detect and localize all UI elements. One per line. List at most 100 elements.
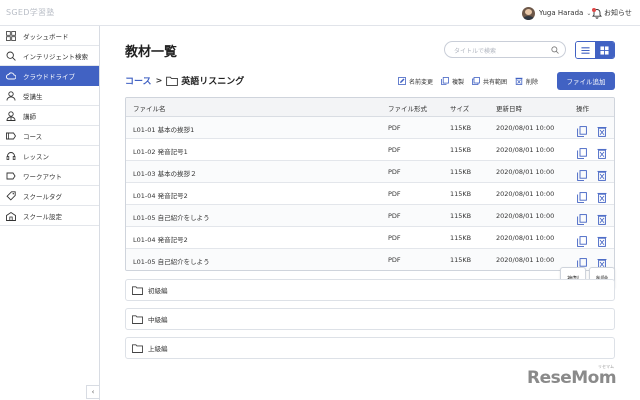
table-row[interactable]: L01-05 自己紹介をしよう PDF 115KB 2020/08/01 10:00 <box>126 249 614 270</box>
table-row[interactable]: L01-03 基本の挨拶２ PDF 115KB 2020/08/01 10:00 <box>126 161 614 183</box>
sidebar-item-label: インテリジェント検索 <box>23 52 88 61</box>
table-row[interactable]: L01-01 基本の挨拶1 PDF 115KB 2020/08/01 10:00 <box>126 117 614 139</box>
add-file-button[interactable]: ファイル追加 <box>557 72 615 90</box>
column-header-size[interactable]: サイズ <box>450 103 469 113</box>
sidebar-item-label: クラウドドライブ <box>23 72 75 81</box>
table-row[interactable]: L01-04 発音記号2 PDF 115KB 2020/08/01 10:00 <box>126 227 614 249</box>
tag-icon <box>6 190 16 201</box>
sidebar-item-school-tags[interactable]: スクールタグ <box>0 186 99 206</box>
file-format-cell: PDF <box>388 256 401 264</box>
list-icon <box>581 46 590 54</box>
column-header-updated[interactable]: 更新日時 <box>496 103 522 113</box>
table-row[interactable]: L01-02 発音記号1 PDF 115KB 2020/08/01 10:00 <box>126 139 614 161</box>
file-format-cell: PDF <box>388 234 401 242</box>
copy-icon[interactable] <box>577 232 587 247</box>
sidebar-item-label: 講師 <box>23 112 36 121</box>
trash-icon <box>515 77 523 85</box>
user-menu[interactable]: Yuga Harada ⌄ <box>522 5 591 21</box>
file-name-cell: L01-05 自己紹介をしよう <box>133 258 210 266</box>
file-table: ファイル名 ファイル形式 サイズ 更新日時 操作 L01-01 基本の挨拶1 PD… <box>125 97 615 271</box>
search-icon <box>6 51 16 61</box>
copy-icon[interactable] <box>577 144 587 159</box>
sidebar-item-label: ワークアウト <box>23 172 62 181</box>
brand-logo[interactable]: SGED学習塾 <box>6 7 55 18</box>
updated-at-cell: 2020/08/01 10:00 <box>496 190 555 198</box>
file-format-cell: PDF <box>388 190 401 198</box>
file-name-cell: L01-04 発音記号2 <box>133 192 188 200</box>
folder-icon <box>132 343 143 353</box>
folder-icon <box>166 76 179 86</box>
folder-icon <box>132 285 143 295</box>
folder-row[interactable]: 初級編 <box>125 279 615 301</box>
copy-icon[interactable] <box>577 166 587 181</box>
sidebar-item-courses[interactable]: コース <box>0 126 99 146</box>
trash-icon[interactable] <box>597 254 607 269</box>
rename-button[interactable]: 名前変更 <box>398 77 433 86</box>
trash-icon[interactable] <box>597 188 607 203</box>
column-header-name[interactable]: ファイル名 <box>133 103 166 113</box>
sidebar-item-intelligent-search[interactable]: インテリジェント検索 <box>0 46 99 66</box>
file-size-cell: 115KB <box>450 168 472 176</box>
copy-icon[interactable] <box>577 188 587 203</box>
updated-at-cell: 2020/08/01 10:00 <box>496 234 555 242</box>
copy-icon[interactable] <box>577 210 587 225</box>
dashboard-icon <box>6 30 16 41</box>
folder-icon <box>132 314 143 324</box>
file-format-cell: PDF <box>388 168 401 176</box>
updated-at-cell: 2020/08/01 10:00 <box>496 168 555 176</box>
trash-icon[interactable] <box>597 210 607 225</box>
search-input[interactable]: タイトルで検索 <box>444 41 566 58</box>
notifications-button[interactable]: お知らせ <box>592 5 632 21</box>
sidebar-collapse-button[interactable]: ‹ <box>86 385 99 399</box>
updated-at-cell: 2020/08/01 10:00 <box>496 146 555 154</box>
course-icon <box>6 131 16 141</box>
sidebar-item-workout[interactable]: ワークアウト <box>0 166 99 186</box>
sidebar-item-school-settings[interactable]: スクール設定 <box>0 206 99 226</box>
delete-button[interactable]: 削除 <box>515 77 538 86</box>
page-title: 教材一覧 <box>125 45 178 60</box>
folder-row[interactable]: 中級編 <box>125 308 615 330</box>
sidebar-item-cloud-drive[interactable]: クラウドドライブ <box>0 66 99 86</box>
top-bar: SGED学習塾 Yuga Harada ⌄ お知らせ <box>0 0 640 26</box>
sidebar-item-teachers[interactable]: 講師 <box>0 106 99 126</box>
trash-icon[interactable] <box>597 232 607 247</box>
file-name-cell: L01-01 基本の挨拶1 <box>133 126 195 134</box>
grid-view-button[interactable] <box>595 42 614 58</box>
trash-icon[interactable] <box>597 122 607 137</box>
updated-at-cell: 2020/08/01 10:00 <box>496 124 555 132</box>
updated-at-cell: 2020/08/01 10:00 <box>496 256 555 264</box>
notification-dot <box>592 7 596 12</box>
trash-icon[interactable] <box>597 166 607 181</box>
cloud-icon <box>6 71 16 81</box>
updated-at-cell: 2020/08/01 10:00 <box>496 212 555 220</box>
teacher-icon <box>6 110 16 121</box>
file-name-cell: L01-02 発音記号1 <box>133 148 188 156</box>
copy-icon[interactable] <box>577 254 587 269</box>
notice-label: お知らせ <box>604 9 632 17</box>
avatar <box>522 6 535 20</box>
file-name-cell: L01-03 基本の挨拶２ <box>133 170 197 178</box>
sidebar-item-lessons[interactable]: レッスン <box>0 146 99 166</box>
table-row[interactable]: L01-04 発音記号2 PDF 115KB 2020/08/01 10:00 <box>126 183 614 205</box>
folder-name: 中級編 <box>148 316 168 324</box>
column-header-format[interactable]: ファイル形式 <box>388 103 427 113</box>
list-view-button[interactable] <box>576 42 595 58</box>
file-size-cell: 115KB <box>450 124 472 132</box>
sidebar-item-dashboard[interactable]: ダッシュボード <box>0 26 99 46</box>
sidebar-item-students[interactable]: 受講生 <box>0 86 99 106</box>
breadcrumb-root[interactable]: コース <box>125 74 152 87</box>
duplicate-button[interactable]: 複製 <box>441 77 464 86</box>
folder-name: 上級編 <box>148 345 168 353</box>
chevron-left-icon: ‹ <box>91 388 95 396</box>
trash-icon[interactable] <box>597 144 607 159</box>
headset-icon <box>6 151 16 161</box>
folder-row[interactable]: 上級編 <box>125 337 615 359</box>
rename-label: 名前変更 <box>409 78 434 86</box>
table-row[interactable]: L01-05 自己紹介をしよう PDF 115KB 2020/08/01 10:00 <box>126 205 614 227</box>
copy-icon[interactable] <box>577 122 587 137</box>
bell-icon <box>592 7 602 19</box>
sidebar: ダッシュボード インテリジェント検索 クラウドドライブ 受講生 講師 コース レ… <box>0 26 100 400</box>
search-icon[interactable] <box>551 46 559 54</box>
file-format-cell: PDF <box>388 124 401 132</box>
share-scope-button[interactable]: 共有範囲 <box>472 77 507 86</box>
